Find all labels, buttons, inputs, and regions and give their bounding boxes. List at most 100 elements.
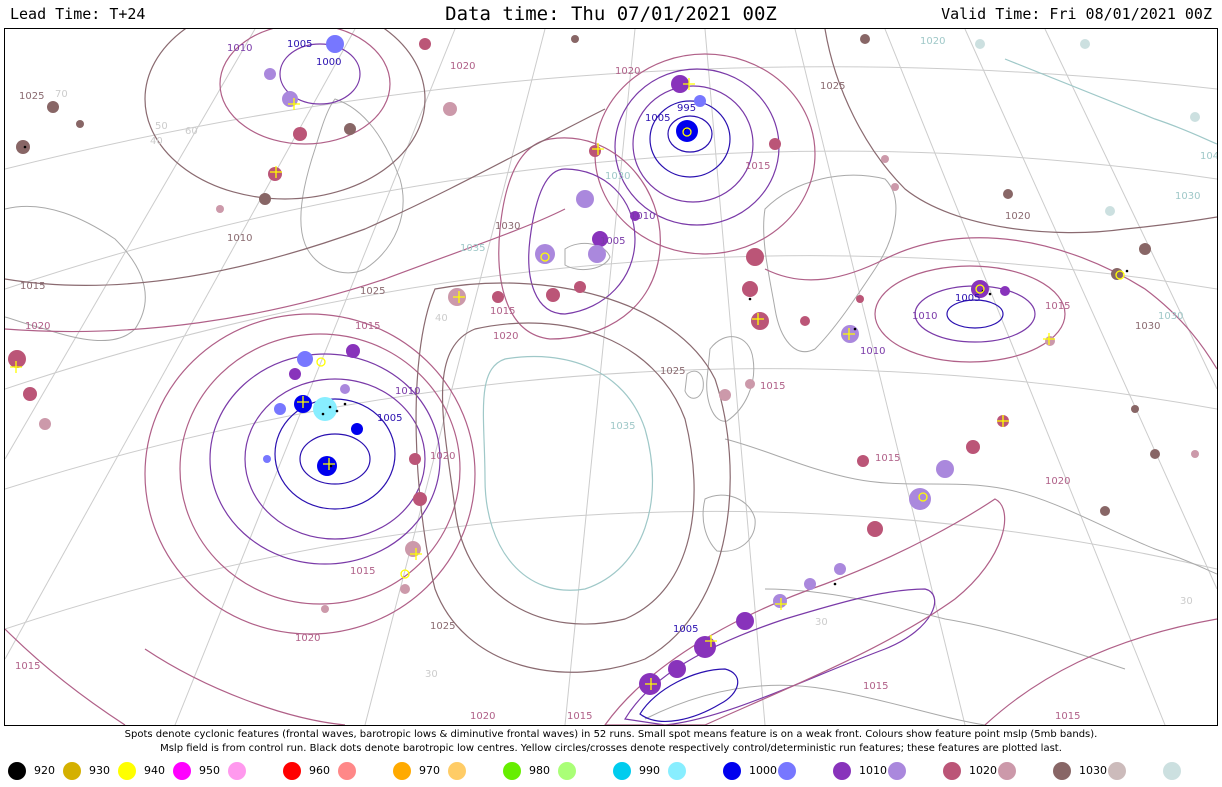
legend-label: 980 xyxy=(529,764,550,777)
legend-swatch xyxy=(338,762,356,780)
legend-label: 1020 xyxy=(969,764,997,777)
isobar-label: 1005 xyxy=(645,113,670,124)
legend-swatch xyxy=(448,762,466,780)
feature-spot xyxy=(216,205,224,213)
ireland-coast xyxy=(684,370,704,399)
legend-swatch xyxy=(558,762,576,780)
isobar-label: 995 xyxy=(677,103,696,114)
feature-spot xyxy=(413,492,427,506)
isobar xyxy=(604,498,1006,725)
feature-spot xyxy=(268,167,282,181)
isobar-label: 1035 xyxy=(460,243,485,254)
grid-label: 40 xyxy=(435,313,448,324)
pressure-legend: 920 930 940 950 960 970 980 990 1000 1010 1020 1030 xyxy=(0,758,1222,784)
legend-swatch xyxy=(668,762,686,780)
isobar-label: 1010 xyxy=(227,233,252,244)
legend-swatch xyxy=(63,762,81,780)
longitude-line xyxy=(5,29,356,660)
isobar-label: 1010 xyxy=(912,311,937,322)
legend-swatch xyxy=(8,762,26,780)
latitude-line-30 xyxy=(5,510,1217,630)
isobar xyxy=(415,282,731,673)
isobar xyxy=(984,618,1217,725)
feature-spot xyxy=(76,120,84,128)
med-coast xyxy=(764,588,1126,670)
isobar-label: 1015 xyxy=(20,281,45,292)
barotropic-dot xyxy=(328,405,332,409)
feature-spot xyxy=(400,584,410,594)
isobar-label: 1005 xyxy=(955,293,980,304)
valid-time-label: Valid Time: Fri 08/01/2021 00Z xyxy=(941,5,1212,23)
isobar-label: 1020 xyxy=(1045,476,1070,487)
feature-spot xyxy=(1003,189,1013,199)
feature-spot xyxy=(351,423,363,435)
feature-spot xyxy=(676,120,698,142)
isobar-label: 1025 xyxy=(660,366,685,377)
isobar-label: 1015 xyxy=(745,161,770,172)
isobar-label: 1025 xyxy=(430,621,455,632)
legend-swatch xyxy=(723,762,741,780)
feature-spot xyxy=(39,418,51,430)
feature-spot xyxy=(574,281,586,293)
isobar-label: 1015 xyxy=(875,453,900,464)
barotropic-dot xyxy=(748,297,752,301)
feature-spot xyxy=(1150,449,1160,459)
legend-swatch xyxy=(118,762,136,780)
feature-spot xyxy=(317,456,337,476)
isobar-label: 1035 xyxy=(610,421,635,432)
feature-spot xyxy=(293,127,307,141)
feature-spot xyxy=(736,612,754,630)
isobar xyxy=(594,53,816,255)
barotropic-dot xyxy=(1125,269,1129,273)
grid-label: 30 xyxy=(1180,596,1193,607)
barotropic-dot xyxy=(329,464,333,468)
isobar-label: 1030 xyxy=(1175,191,1200,202)
feature-spot xyxy=(588,245,606,263)
feature-spot xyxy=(773,594,787,608)
isobar xyxy=(299,433,371,485)
feature-spot xyxy=(443,102,457,116)
isobar-label: 1010 xyxy=(227,43,252,54)
legend-label: 1010 xyxy=(859,764,887,777)
feature-spot xyxy=(1105,206,1115,216)
isobar-label: 1005 xyxy=(673,624,698,635)
feature-spot xyxy=(16,140,30,154)
feature-spot xyxy=(745,379,755,389)
feature-spot xyxy=(751,312,769,330)
isobar-label: 1020 xyxy=(920,36,945,47)
feature-spot xyxy=(321,605,329,613)
feature-spot xyxy=(1131,405,1139,413)
map-panel: 1025 1010 1005 1000 1020 995 1005 1010 1015 1020 1… xyxy=(4,28,1218,726)
grid-label: 60 xyxy=(185,126,198,137)
legend-label: 930 xyxy=(89,764,110,777)
feature-spot xyxy=(1191,450,1199,458)
isobar xyxy=(5,208,566,333)
feature-spot xyxy=(23,387,37,401)
isobar-label: 1030 xyxy=(1158,311,1183,322)
feature-spot xyxy=(259,193,271,205)
legend-swatch xyxy=(778,762,796,780)
barotropic-dot xyxy=(335,409,339,413)
isobar-label: 1010 xyxy=(860,346,885,357)
feature-spot xyxy=(289,368,301,380)
feature-spot xyxy=(346,344,360,358)
feature-spot xyxy=(719,389,731,401)
feature-spot xyxy=(857,455,869,467)
isobar-label: 1015 xyxy=(490,306,515,317)
feature-spot xyxy=(975,39,985,49)
isobar-label: 1015 xyxy=(1045,301,1070,312)
grid-label: 30 xyxy=(815,617,828,628)
feature-spot xyxy=(1190,112,1200,122)
isobar xyxy=(624,588,936,725)
feature-spot xyxy=(891,183,899,191)
british-isles-coast xyxy=(706,336,755,422)
ensemble-cyclone-chart: Lead Time: T+24 Data time: Thu 07/01/202… xyxy=(0,0,1222,787)
isobar-label: 1020 xyxy=(615,66,640,77)
longitude-line xyxy=(1044,29,1217,390)
barotropic-dot xyxy=(988,292,992,296)
isobar-label: 1040 xyxy=(1200,151,1217,162)
legend-swatch xyxy=(228,762,246,780)
isobar-label: 1020 xyxy=(295,633,320,644)
feature-spot xyxy=(860,34,870,44)
isobar-label: 1015 xyxy=(355,321,380,332)
